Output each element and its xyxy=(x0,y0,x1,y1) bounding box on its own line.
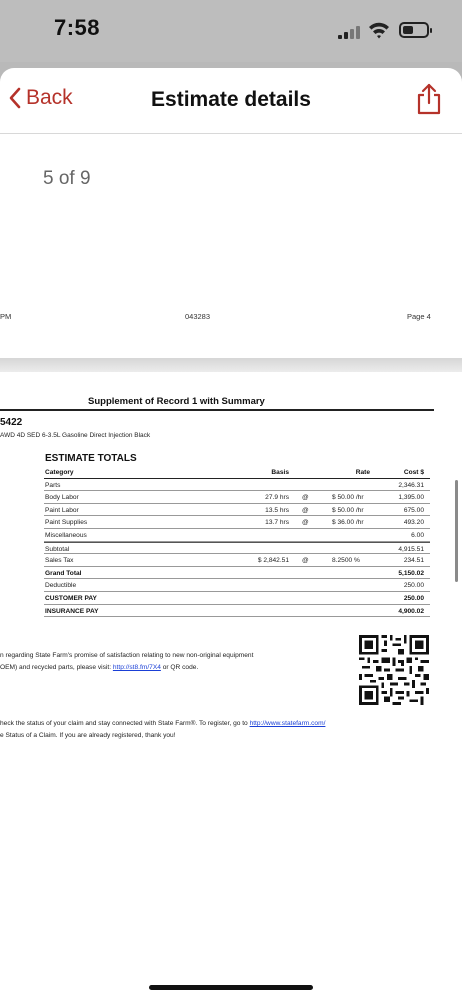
category-cell: Subtotal xyxy=(45,545,70,553)
cost-cell: 4,915.51 xyxy=(398,545,424,553)
footer-page-number: Page 4 xyxy=(407,312,431,321)
page-title: Estimate details xyxy=(151,88,311,111)
page-counter: 5 of 9 xyxy=(43,168,91,189)
cost-cell: 2,346.31 xyxy=(398,481,424,489)
category-cell: Paint Supplies xyxy=(45,519,88,527)
footer-left: PM xyxy=(0,312,12,321)
table-row: Parts 2,346.31 xyxy=(44,479,430,492)
cost-cell: 234.51 xyxy=(403,557,424,565)
at-cell: @ xyxy=(302,519,309,527)
register-line-2: e Status of a Claim. If you are already … xyxy=(0,732,176,739)
table-row: INSURANCE PAY 4,900.02 xyxy=(44,605,430,618)
table-row: Subtotal 4,915.51 xyxy=(44,541,430,555)
category-cell: Body Labor xyxy=(45,494,79,502)
estimate-totals-heading: ESTIMATE TOTALS xyxy=(45,453,137,464)
oem-info-line-2: OEM) and recycled parts, please visit: h… xyxy=(0,662,253,674)
header-rate: Rate xyxy=(355,469,370,476)
home-indicator[interactable] xyxy=(149,985,313,990)
table-row: CUSTOMER PAY 250.00 xyxy=(44,592,430,605)
table-row: Paint Supplies 13.7 hrs @ $ 36.00 /hr 493.20 xyxy=(44,516,430,529)
basis-cell: 13.7 hrs xyxy=(265,519,289,527)
header-basis: Basis xyxy=(271,469,289,476)
navigation-bar: Back Estimate details xyxy=(0,68,462,134)
status-bar: 7:58 xyxy=(0,0,462,62)
cost-cell: 5,150.02 xyxy=(398,569,424,577)
rate-cell: $ 50.00 /hr xyxy=(332,506,364,514)
cost-cell: 250.00 xyxy=(403,582,424,590)
register-text: heck the status of your claim and stay c… xyxy=(0,718,325,742)
category-cell: Parts xyxy=(45,481,61,489)
table-row: Sales Tax $ 2,842.51 @8.2500 % 234.51 xyxy=(44,554,430,567)
table-row: Paint Labor 13.5 hrs @ $ 50.00 /hr 675.00 xyxy=(44,504,430,517)
category-cell: Sales Tax xyxy=(45,557,74,565)
at-cell: @ xyxy=(302,557,309,565)
cost-cell: 250.00 xyxy=(403,594,424,602)
cost-cell: 1,395.00 xyxy=(398,494,424,502)
cost-cell: 4,900.02 xyxy=(398,607,424,615)
title-rule xyxy=(0,409,434,411)
cellular-signal-icon xyxy=(338,25,362,39)
at-cell: @ xyxy=(302,494,309,502)
oem-info-line-2-pre: OEM) and recycled parts, please visit: xyxy=(0,664,113,671)
oem-info-line-2-post: or QR code. xyxy=(160,664,199,671)
statefarm-short-link[interactable]: http://st8.fm/7X4 xyxy=(113,664,161,671)
estimate-sheet: Back Estimate details 5 of 9 PM 043283 P… xyxy=(0,68,462,1000)
header-category: Category xyxy=(45,469,74,476)
category-cell: CUSTOMER PAY xyxy=(45,594,97,602)
table-row: Grand Total 5,150.02 xyxy=(44,567,430,580)
register-line-1-pre: heck the status of your claim and stay c… xyxy=(0,720,250,727)
table-row: Miscellaneous 6.00 xyxy=(44,529,430,542)
category-cell: Deductible xyxy=(45,582,77,590)
battery-icon xyxy=(399,22,432,38)
table-row: Deductible 250.00 xyxy=(44,579,430,592)
category-cell: INSURANCE PAY xyxy=(45,607,99,615)
oem-info-line-1: n regarding State Farm's promise of sati… xyxy=(0,652,254,659)
footer-center: 043283 xyxy=(185,312,211,321)
table-header: Category Basis Rate Cost $ xyxy=(44,466,430,479)
table-row: Body Labor 27.9 hrs @ $ 50.00 /hr 1,395.00 xyxy=(44,491,430,504)
page-separator xyxy=(0,358,462,372)
document-title: Supplement of Record 1 with Summary xyxy=(88,396,265,407)
cost-cell: 493.20 xyxy=(403,519,424,527)
rate-cell: 8.2500 % xyxy=(332,557,360,565)
basis-cell: 27.9 hrs xyxy=(265,494,289,502)
qr-code xyxy=(359,635,429,705)
status-time: 7:58 xyxy=(54,15,101,40)
vin-fragment: 5422 xyxy=(0,417,23,428)
rate-cell: $ 36.00 /hr xyxy=(332,519,364,527)
category-cell: Miscellaneous xyxy=(45,531,87,539)
at-cell: @ xyxy=(302,506,309,514)
vehicle-description: AWD 4D SED 6-3.5L Gasoline Direct Inject… xyxy=(0,432,151,439)
statefarm-link[interactable]: http://www.statefarm.com/ xyxy=(250,720,326,727)
register-line-1: heck the status of your claim and stay c… xyxy=(0,718,325,730)
category-cell: Grand Total xyxy=(45,569,82,577)
wifi-icon xyxy=(369,22,389,39)
cost-cell: 6.00 xyxy=(411,531,424,539)
cost-cell: 675.00 xyxy=(403,506,424,514)
header-cost: Cost $ xyxy=(403,469,424,476)
estimate-totals-table: Category Basis Rate Cost $ Parts 2,346.31… xyxy=(44,466,430,618)
category-cell: Paint Labor xyxy=(45,506,79,514)
basis-cell: $ 2,842.51 xyxy=(257,557,289,565)
share-icon[interactable] xyxy=(414,82,444,116)
basis-cell: 13.5 hrs xyxy=(265,506,289,514)
rate-cell: $ 50.00 /hr xyxy=(332,494,364,502)
oem-info-text: n regarding State Farm's promise of sati… xyxy=(0,650,253,674)
scroll-indicator[interactable] xyxy=(455,480,458,582)
